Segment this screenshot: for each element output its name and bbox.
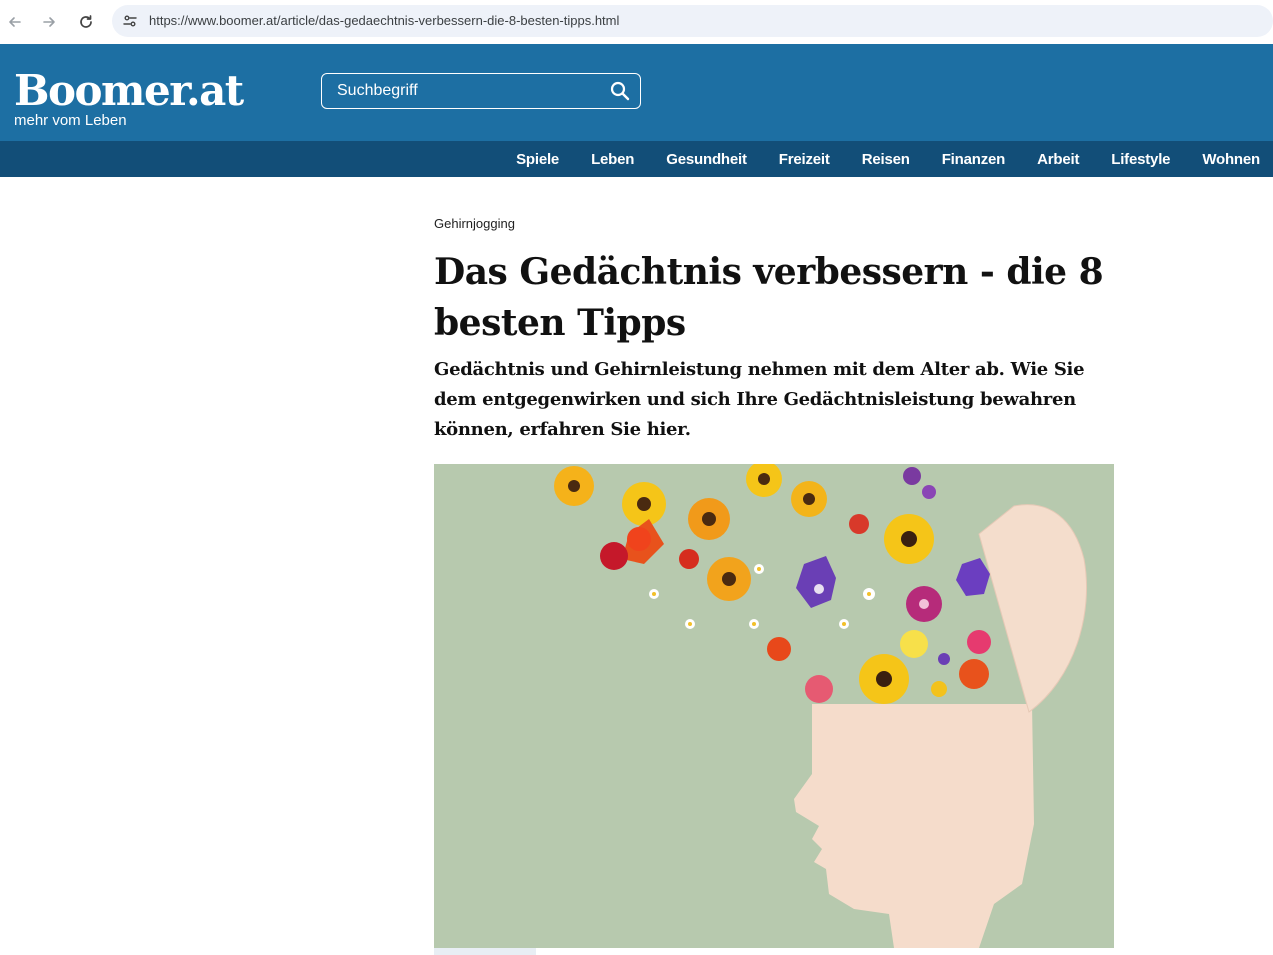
address-bar[interactable]: https://www.boomer.at/article/das-gedaec… [112, 5, 1273, 37]
nav-item-reisen[interactable]: Reisen [862, 151, 910, 168]
nav-item-wohnen[interactable]: Wohnen [1202, 151, 1260, 168]
search-box[interactable]: Suchbegriff [321, 73, 641, 109]
site-header: Boomer.at mehr vom Leben Suchbegriff [0, 44, 1273, 141]
search-icon[interactable] [610, 81, 630, 101]
search-input[interactable]: Suchbegriff [337, 82, 418, 100]
nav-item-gesundheit[interactable]: Gesundheit [666, 151, 747, 168]
nav-menu: Spiele Leben Gesundheit Freizeit Reisen … [516, 141, 1260, 177]
article-hero-image [434, 464, 1114, 948]
site-info-icon[interactable] [118, 9, 142, 33]
site-tagline: mehr vom Leben [14, 112, 127, 129]
article-kicker[interactable]: Gehirnjogging [434, 216, 515, 231]
image-caption-bar [434, 948, 536, 955]
article-lead: Gedächtnis und Gehirnleistung nehmen mit… [434, 359, 1085, 440]
reload-icon[interactable] [74, 10, 98, 34]
nav-item-lifestyle[interactable]: Lifestyle [1111, 151, 1170, 168]
back-arrow-icon[interactable] [3, 10, 27, 34]
nav-item-arbeit[interactable]: Arbeit [1037, 151, 1079, 168]
nav-item-freizeit[interactable]: Freizeit [779, 151, 830, 168]
article-title: Das Gedächtnis verbessern - die 8 besten… [434, 251, 1104, 344]
head-with-flowers-illustration [434, 464, 1114, 948]
site-logo[interactable]: Boomer.at [14, 70, 244, 112]
main-navigation: Spiele Leben Gesundheit Freizeit Reisen … [0, 141, 1273, 177]
nav-item-spiele[interactable]: Spiele [516, 151, 559, 168]
forward-arrow-icon[interactable] [37, 10, 61, 34]
browser-toolbar: https://www.boomer.at/article/das-gedaec… [0, 0, 1273, 44]
nav-item-finanzen[interactable]: Finanzen [942, 151, 1006, 168]
nav-item-leben[interactable]: Leben [591, 151, 634, 168]
url-text[interactable]: https://www.boomer.at/article/das-gedaec… [149, 13, 619, 28]
